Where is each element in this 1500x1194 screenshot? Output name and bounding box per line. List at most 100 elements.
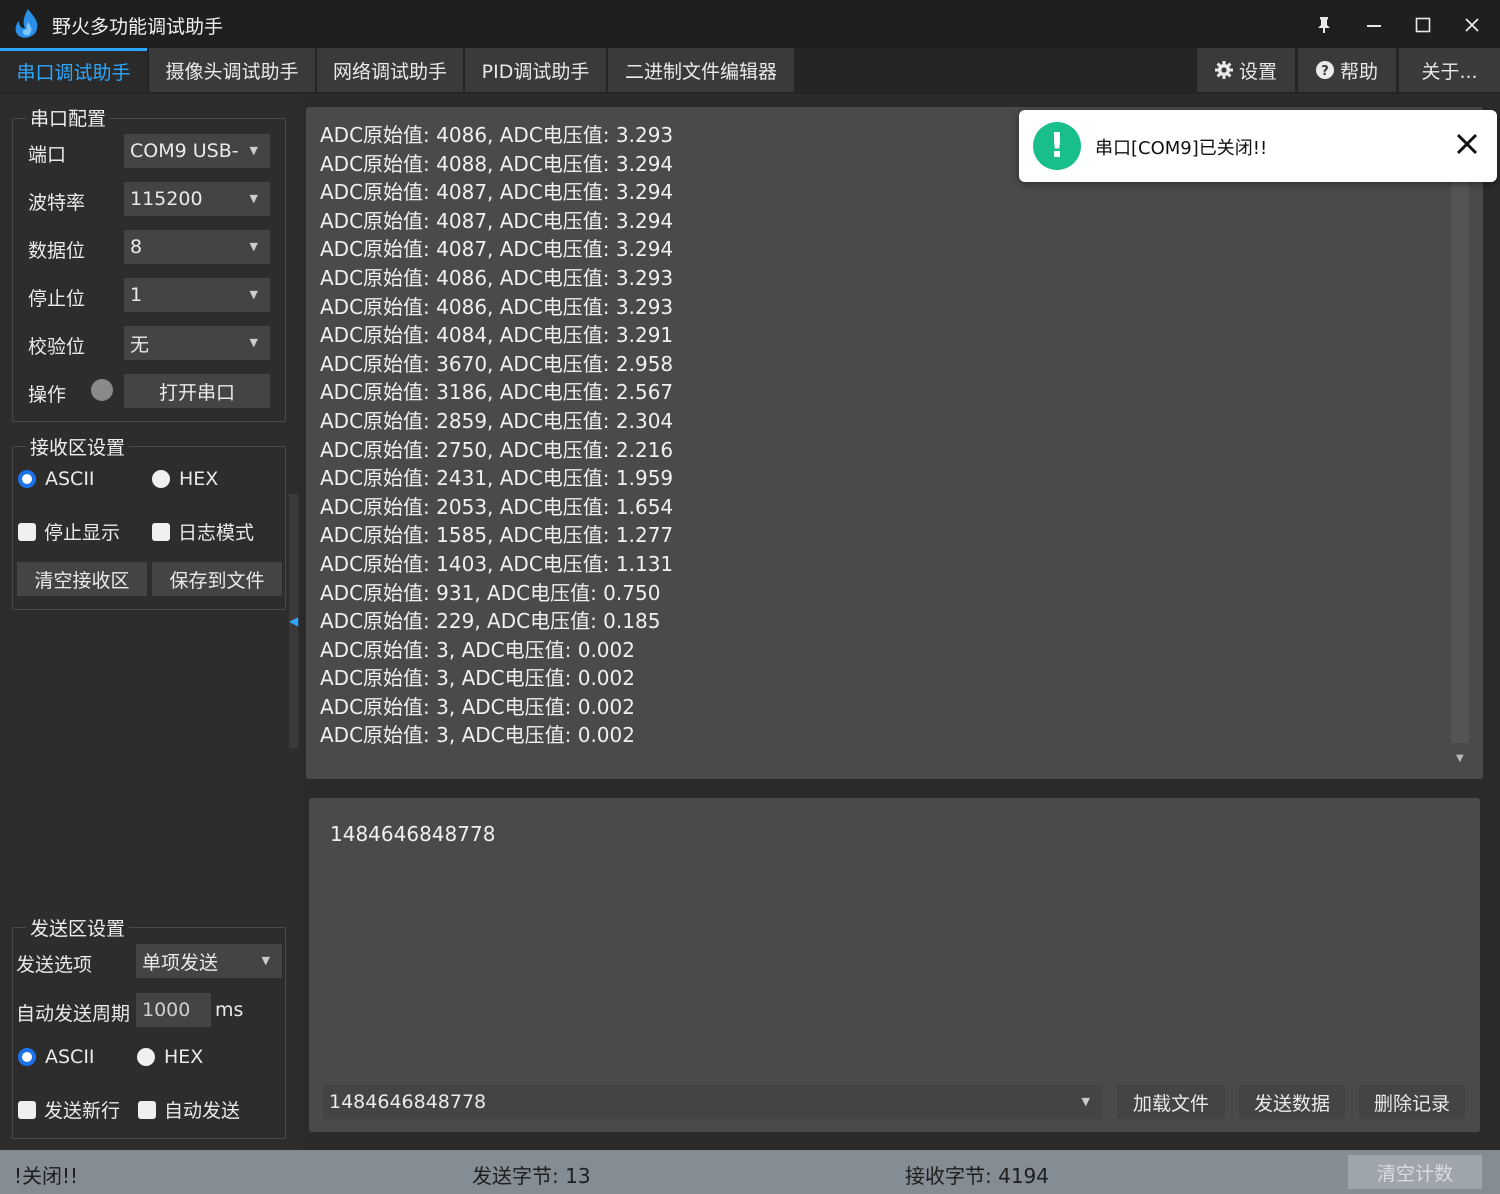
receive-line: ADC原始值: 4084, ADC电压值: 3.291 [320,323,674,348]
tab-serial-assistant[interactable]: 串口调试助手 [0,48,147,92]
receive-line: ADC原始值: 4086, ADC电压值: 3.293 [320,123,674,147]
port-status-indicator [91,379,113,401]
send-history-select[interactable]: 1484646848778 ▼ [323,1085,1102,1119]
receive-line: ADC原始值: 2431, ADC电压值: 1.959 [320,466,674,491]
baud-label: 波特率 [28,192,86,214]
log-mode-checkbox[interactable]: 日志模式 [152,518,254,545]
data-bits-select[interactable]: 8 ▼ [124,230,270,264]
receive-line: ADC原始值: 2859, ADC电压值: 2.304 [320,408,674,433]
scroll-down-icon[interactable]: ▼ [1456,753,1464,764]
close-icon [1456,133,1478,155]
chevron-down-icon: ▼ [249,288,258,301]
flame-logo-icon [15,9,38,38]
send-newline-checkbox[interactable]: 发送新行 [18,1096,120,1123]
clear-count-button[interactable]: 清空计数 [1348,1155,1482,1189]
tab-pid-assistant[interactable]: PID调试助手 [465,48,606,92]
serial-config-title: 串口配置 [26,104,111,131]
stop-display-checkbox[interactable]: 停止显示 [18,518,120,545]
maximize-icon [1415,17,1431,33]
baud-value: 115200 [130,188,203,210]
recv-ascii-radio[interactable]: ASCII [18,468,95,490]
help-icon: ? [1315,61,1334,79]
period-unit-label: ms [215,999,244,1021]
settings-label: 设置 [1238,60,1277,83]
radio-unchecked-icon [137,1048,155,1066]
sent-bytes-counter: 发送字节: 13 [472,1164,591,1188]
receive-line: ADC原始值: 3670, ADC电压值: 2.958 [320,351,674,376]
operation-label: 操作 [28,384,67,406]
auto-send-checkbox[interactable]: 自动发送 [138,1096,240,1123]
about-button[interactable]: 关于... [1399,48,1500,92]
receive-line: ADC原始值: 2750, ADC电压值: 2.216 [320,437,674,462]
port-select[interactable]: COM9 USB- ▼ [124,134,270,168]
status-bar [0,1150,1500,1194]
checkbox-icon [18,522,36,541]
pin-button[interactable] [1304,8,1344,42]
receive-line: ADC原始值: 3, ADC电压值: 0.002 [320,666,635,691]
receive-line: ADC原始值: 931, ADC电压值: 0.750 [320,580,661,605]
receive-line: ADC原始值: 2053, ADC电压值: 1.654 [320,494,674,519]
send-hex-radio[interactable]: HEX [137,1046,203,1068]
close-window-button[interactable] [1452,8,1492,42]
receive-line: ADC原始值: 4087, ADC电压值: 3.294 [320,208,674,233]
checkbox-icon [138,1100,156,1119]
receive-text-area[interactable]: ADC原始值: 4086, ADC电压值: 3.293 ADC原始值: 4088,… [306,107,1483,779]
notification-close-button[interactable] [1447,124,1487,164]
auto-period-input[interactable]: 1000 [136,993,211,1027]
help-button[interactable]: ? 帮助 [1298,48,1396,92]
chevron-down-icon: ▼ [249,336,258,349]
receive-line: ADC原始值: 4086, ADC电压值: 3.293 [320,294,674,319]
log-mode-label: 日志模式 [178,522,255,544]
minimize-button[interactable] [1354,8,1394,42]
stop-bits-select[interactable]: 1 ▼ [124,278,270,312]
send-text-area[interactable]: 1484646848778 1484646848778 ▼ 加载文件 发送数据 … [309,798,1480,1132]
receive-line: ADC原始值: 4087, ADC电压值: 3.294 [320,180,674,205]
chevron-down-icon: ▼ [249,240,258,253]
collapse-arrow-icon[interactable]: ◀ [289,614,298,628]
alert-icon: ! [1033,122,1081,170]
save-to-file-button[interactable]: 保存到文件 [152,562,282,596]
baud-select[interactable]: 115200 ▼ [124,182,270,216]
chevron-down-icon: ▼ [249,192,258,205]
settings-button[interactable]: 设置 [1197,48,1295,92]
open-port-button[interactable]: 打开串口 [124,374,270,408]
load-file-button[interactable]: 加载文件 [1117,1085,1225,1119]
send-data-button[interactable]: 发送数据 [1239,1085,1345,1119]
maximize-button[interactable] [1403,8,1443,42]
parity-select[interactable]: 无 ▼ [124,326,270,360]
received-bytes-counter: 接收字节: 4194 [905,1164,1049,1188]
send-ascii-radio[interactable]: ASCII [18,1046,95,1068]
receive-line: ADC原始值: 4088, ADC电压值: 3.294 [320,151,674,176]
pin-icon [1318,17,1330,33]
gear-icon [1214,61,1233,79]
auto-send-label: 自动发送 [164,1100,241,1122]
delete-history-button[interactable]: 删除记录 [1359,1085,1465,1119]
tab-network-assistant[interactable]: 网络调试助手 [317,48,463,92]
stop-bits-label: 停止位 [28,288,86,310]
receive-line: ADC原始值: 3, ADC电压值: 0.002 [320,723,635,748]
receive-line: ADC原始值: 3, ADC电压值: 0.002 [320,637,635,662]
receive-line: ADC原始值: 1585, ADC电压值: 1.277 [320,523,674,548]
window-title: 野火多功能调试助手 [52,16,224,38]
svg-text:?: ? [1321,64,1329,79]
notification-message: 串口[COM9]已关闭!! [1095,138,1268,159]
send-option-select[interactable]: 单项发送 ▼ [136,944,282,978]
send-newline-label: 发送新行 [44,1100,121,1122]
send-hex-label: HEX [164,1046,204,1068]
data-bits-value: 8 [130,236,143,258]
help-label: 帮助 [1339,60,1378,83]
auto-period-label: 自动发送周期 [16,1003,131,1025]
data-bits-label: 数据位 [28,240,86,262]
tab-binary-editor[interactable]: 二进制文件编辑器 [608,48,794,92]
receive-line: ADC原始值: 1403, ADC电压值: 1.131 [320,551,674,576]
receive-line: ADC原始值: 4086, ADC电压值: 3.293 [320,265,674,290]
receive-scrollbar[interactable] [1451,117,1469,743]
send-option-label: 发送选项 [16,954,93,976]
recv-hex-radio[interactable]: HEX [152,468,218,490]
status-message: !关闭!! [14,1164,79,1188]
receive-line: ADC原始值: 3, ADC电压值: 0.002 [320,694,635,719]
clear-recv-button[interactable]: 清空接收区 [17,562,147,596]
recv-settings-title: 接收区设置 [26,433,130,460]
receive-line: ADC原始值: 3186, ADC电压值: 2.567 [320,380,674,405]
tab-camera-assistant[interactable]: 摄像头调试助手 [149,48,315,92]
